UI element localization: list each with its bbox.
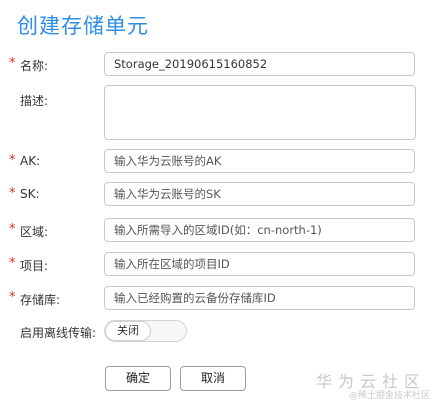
watermark-subtext: @稀土掘金技术社区	[348, 391, 430, 401]
required-mark: *	[9, 290, 16, 305]
offline-toggle-state: 关闭	[105, 321, 151, 341]
page-title: 创建存储单元	[17, 14, 149, 38]
name-label: 名称:	[20, 59, 49, 73]
required-mark: *	[9, 56, 16, 71]
sk-label: SK:	[20, 187, 40, 201]
region-input[interactable]: 输入所需导入的区域ID(如：cn-north-1)	[104, 218, 415, 242]
required-mark: *	[9, 186, 16, 201]
offline-toggle[interactable]: 关闭	[104, 320, 187, 342]
required-mark: *	[9, 256, 16, 271]
ak-input[interactable]: 输入华为云账号的AK	[104, 149, 415, 173]
region-label: 区域:	[20, 225, 49, 239]
sk-input[interactable]: 输入华为云账号的SK	[104, 182, 415, 206]
ak-label: AK:	[20, 154, 41, 168]
ok-button[interactable]: 确定	[105, 366, 171, 391]
required-mark: *	[9, 222, 16, 237]
project-label: 项目:	[20, 259, 49, 273]
offline-label: 启用离线传输:	[20, 326, 97, 340]
desc-textarea[interactable]	[104, 85, 416, 140]
cancel-button[interactable]: 取消	[180, 366, 246, 391]
project-input[interactable]: 输入所在区域的项目ID	[104, 252, 415, 276]
required-mark: *	[9, 153, 16, 168]
desc-label: 描述:	[20, 94, 49, 108]
name-input[interactable]: Storage_20190615160852	[104, 52, 415, 76]
repo-label: 存储库:	[20, 293, 61, 307]
repo-input[interactable]: 输入已经购置的云备份存储库ID	[104, 286, 415, 310]
